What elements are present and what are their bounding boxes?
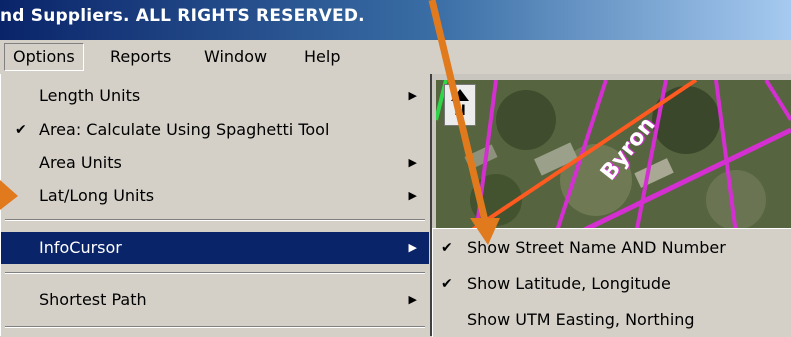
menu-item-latlong-units[interactable]: Lat/Long Units ▶ (1, 180, 429, 212)
menu-options[interactable]: Options (4, 43, 84, 71)
submenu-arrow-icon: ▶ (408, 89, 417, 102)
menu-bar: Options Reports Window Help (0, 40, 791, 75)
submenu-item-label: Show UTM Easting, Northing (467, 310, 695, 329)
menu-item-infocursor[interactable]: InfoCursor ▶ (1, 232, 429, 264)
menu-separator (5, 326, 425, 328)
menu-reports[interactable]: Reports (102, 44, 179, 70)
menu-item-shortest-path[interactable]: Shortest Path ▶ (1, 284, 429, 316)
submenu-item-lat-long[interactable]: ✔ Show Latitude, Longitude (433, 267, 791, 301)
menu-window[interactable]: Window (196, 44, 275, 70)
north-arrow-icon (451, 89, 469, 101)
check-icon: ✔ (441, 240, 453, 256)
submenu-arrow-icon: ▶ (408, 189, 417, 202)
infocursor-submenu: ✔ Show Street Name AND Number ✔ Show Lat… (432, 228, 791, 337)
menu-item-label: Length Units (39, 86, 141, 105)
menu-item-label: Area Units (39, 153, 122, 172)
menu-separator (5, 272, 425, 274)
options-dropdown: Length Units ▶ ✔ Area: Calculate Using S… (0, 74, 432, 336)
north-indicator: N (444, 84, 476, 126)
check-icon: ✔ (15, 122, 27, 138)
check-icon: ✔ (441, 276, 453, 292)
menu-item-area-units[interactable]: Area Units ▶ (1, 147, 429, 179)
submenu-item-label: Show Latitude, Longitude (467, 274, 671, 293)
submenu-item-street-name-number[interactable]: ✔ Show Street Name AND Number (433, 231, 791, 265)
menu-separator (5, 219, 425, 221)
menu-item-label: Lat/Long Units (39, 186, 155, 205)
menu-item-label: InfoCursor (39, 238, 122, 257)
submenu-arrow-icon: ▶ (408, 241, 417, 254)
submenu-item-label: Show Street Name AND Number (467, 238, 726, 257)
menu-item-label: Shortest Path (39, 290, 147, 309)
north-label: N (454, 103, 466, 119)
submenu-arrow-icon: ▶ (408, 293, 417, 306)
submenu-arrow-icon: ▶ (408, 156, 417, 169)
menu-item-length-units[interactable]: Length Units ▶ (1, 80, 429, 112)
menu-help[interactable]: Help (296, 44, 348, 70)
menu-item-label: Area: Calculate Using Spaghetti Tool (39, 120, 330, 139)
title-bar: nd Suppliers. ALL RIGHTS RESERVED. (0, 0, 791, 40)
window-title: nd Suppliers. ALL RIGHTS RESERVED. (0, 6, 365, 26)
menu-item-area-spaghetti[interactable]: ✔ Area: Calculate Using Spaghetti Tool (1, 114, 429, 146)
submenu-item-utm[interactable]: Show UTM Easting, Northing (433, 303, 791, 337)
